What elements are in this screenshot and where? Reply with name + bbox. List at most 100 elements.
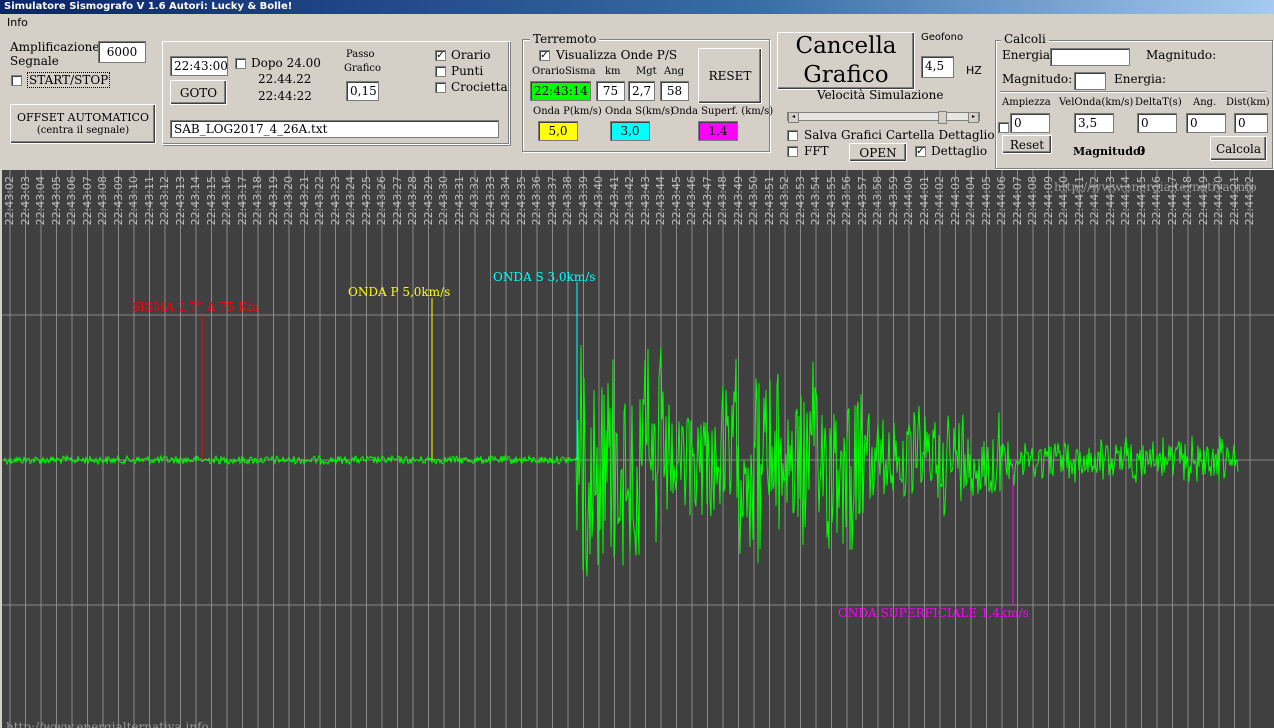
- magnitudo-input[interactable]: [1074, 72, 1106, 90]
- orario-sisma-field[interactable]: 22:43:14: [530, 81, 591, 101]
- time-tick-label: 22:43:54: [809, 176, 822, 226]
- show-waves-checkbox[interactable]: ✓: [539, 50, 550, 61]
- time-tick-label: 22:43:50: [747, 176, 760, 226]
- seismograph-plot[interactable]: 22:43:02 22:43:03 22:43:04 22:43:05 22:43:06…: [2, 170, 1274, 728]
- time-tick-label: 22:43:05: [49, 176, 63, 226]
- velonda-input[interactable]: 3,5: [1074, 113, 1114, 133]
- time-tick-label: 22:43:20: [282, 176, 295, 226]
- ang-input[interactable]: 0: [1186, 113, 1226, 133]
- time-tick-label: 22:44:06: [995, 176, 1008, 226]
- dettaglio-checkbox[interactable]: ✓: [915, 146, 926, 157]
- ampiezza-input[interactable]: 0: [1010, 113, 1050, 133]
- offset-auto-button[interactable]: OFFSET AUTOMATICO (centra il segnale): [10, 104, 156, 144]
- calcola-button[interactable]: Calcola: [1210, 136, 1267, 161]
- km-field[interactable]: 75: [596, 81, 625, 101]
- calcoli-reset-button[interactable]: Reset: [1002, 135, 1052, 154]
- energia-input[interactable]: [1050, 48, 1130, 66]
- onda-sup-marker-label: ONDA SUPERFICIALE 1,4km/s: [838, 606, 1029, 620]
- time-tick-label: 22:43:28: [406, 176, 419, 226]
- velocita-slider[interactable]: ◂ ▸: [787, 111, 980, 124]
- time-tick-label: 22:43:13: [173, 176, 187, 226]
- time-tick-label: 22:43:31: [452, 176, 466, 226]
- time-tick-label: 22:43:07: [80, 176, 94, 226]
- watermark: http://www.energialternativa.info: [1054, 180, 1257, 194]
- cancella-grafico-button[interactable]: Cancella Grafico: [777, 32, 915, 90]
- onda-p-label: Onda P(km/s): [533, 106, 602, 117]
- dopo-label: Dopo 24.00: [251, 56, 321, 70]
- time-tick-label: 22:43:04: [34, 176, 47, 226]
- slider-thumb[interactable]: [938, 111, 947, 124]
- terremoto-legend: Terremoto: [530, 32, 600, 46]
- amplification-input[interactable]: 6000: [98, 41, 146, 63]
- time-tick-label: 22:43:08: [96, 176, 109, 226]
- orario-label: Orario: [451, 48, 491, 62]
- magnitudo-label: Magnitudo:: [1146, 48, 1217, 62]
- sisma-marker-label: SISMA 2,7° A 75 Km: [132, 300, 259, 314]
- time-tick-label: 22:43:10: [127, 176, 140, 226]
- time-tick-label: 22:43:52: [778, 176, 791, 226]
- deltat-header: DeltaT(s): [1135, 97, 1182, 108]
- time-tick-label: 22:44:08: [1026, 176, 1039, 226]
- goto-time-input[interactable]: 22:43:00: [170, 56, 228, 76]
- time-tick-label: 22:44:02: [933, 176, 946, 226]
- time-tick-label: 22:43:36: [530, 176, 543, 226]
- time-tick-label: 22:43:58: [871, 176, 884, 226]
- time-tick-label: 22:43:49: [731, 176, 745, 226]
- header-orario: OrarioSisma: [532, 66, 596, 77]
- fft-label: FFT: [804, 144, 829, 158]
- geofono-input[interactable]: 4,5: [921, 56, 954, 78]
- passo-input[interactable]: 0,15: [346, 81, 379, 101]
- offset-line2: (centra il segnale): [36, 125, 130, 136]
- geofono-label: Geofono: [921, 32, 964, 43]
- time-tick-label: 22:44:01: [917, 176, 931, 226]
- dopo-checkbox[interactable]: [235, 58, 246, 69]
- time-tick-label: 22:44:00: [902, 176, 915, 226]
- time-tick-label: 22:43:45: [669, 176, 683, 226]
- mag-result-value: 0: [1137, 144, 1146, 158]
- cancella-line1: Cancella: [795, 33, 897, 59]
- punti-label: Punti: [451, 64, 484, 78]
- time-tick-label: 22:43:29: [421, 176, 435, 226]
- menu-info[interactable]: Info: [0, 16, 35, 29]
- reset-button[interactable]: RESET: [698, 48, 762, 104]
- file-input[interactable]: SAB_LOG2017_4_26A.txt: [170, 120, 499, 138]
- punti-checkbox[interactable]: [435, 66, 446, 77]
- goto-button[interactable]: GOTO: [170, 80, 227, 105]
- calcoli-legend: Calcoli: [1001, 32, 1049, 46]
- onda-p-field[interactable]: 5,0: [538, 121, 578, 141]
- crocietta-checkbox[interactable]: [435, 82, 446, 93]
- onda-sup-field[interactable]: 1,4: [698, 121, 738, 141]
- orario-checkbox[interactable]: ✓: [435, 50, 446, 61]
- start-stop-checkbox[interactable]: [11, 75, 22, 86]
- velonda-header: VelOnda(km/s): [1059, 97, 1134, 108]
- slider-left-icon[interactable]: ◂: [788, 112, 799, 123]
- ang-header: Ang.: [1193, 97, 1217, 108]
- slider-right-icon[interactable]: ▸: [968, 112, 979, 123]
- onda-sup-label: Onda Superf. (km/s): [671, 106, 774, 117]
- time-tick-label: 22:43:51: [762, 176, 776, 226]
- time-tick-label: 22:43:42: [623, 176, 636, 226]
- mgt-field[interactable]: 2,7: [628, 81, 655, 101]
- time-tick-label: 22:43:18: [251, 176, 264, 226]
- fft-checkbox[interactable]: [787, 146, 798, 157]
- ampiezza-checkbox[interactable]: [998, 122, 1009, 133]
- ang-field[interactable]: 58: [660, 81, 689, 101]
- onda-s-label: Onda S(km/s): [605, 106, 674, 117]
- amplification-label: Amplificazione Segnale: [10, 40, 100, 68]
- time-tick-label: 22:44:03: [948, 176, 962, 226]
- onda-s-field[interactable]: 3,0: [610, 121, 650, 141]
- salva-checkbox[interactable]: [787, 130, 798, 141]
- time-tick-label: 22:44:09: [1041, 176, 1055, 226]
- offset-line1: OFFSET AUTOMATICO: [17, 111, 149, 124]
- time-tick-label: 22:43:17: [235, 176, 249, 226]
- time-tick-label: 22:43:14: [189, 176, 202, 226]
- header-km: km: [605, 66, 621, 77]
- dist-input[interactable]: 0: [1234, 113, 1268, 133]
- time-tick-label: 22:43:22: [313, 176, 326, 226]
- time-tick-label: 22:43:23: [328, 176, 342, 226]
- deltat-input[interactable]: 0: [1137, 113, 1177, 133]
- time-tick-label: 22:43:21: [297, 176, 311, 226]
- open-button[interactable]: OPEN: [849, 143, 907, 162]
- time-tick-label: 22:43:02: [3, 176, 16, 226]
- seismic-signal: [3, 345, 1239, 577]
